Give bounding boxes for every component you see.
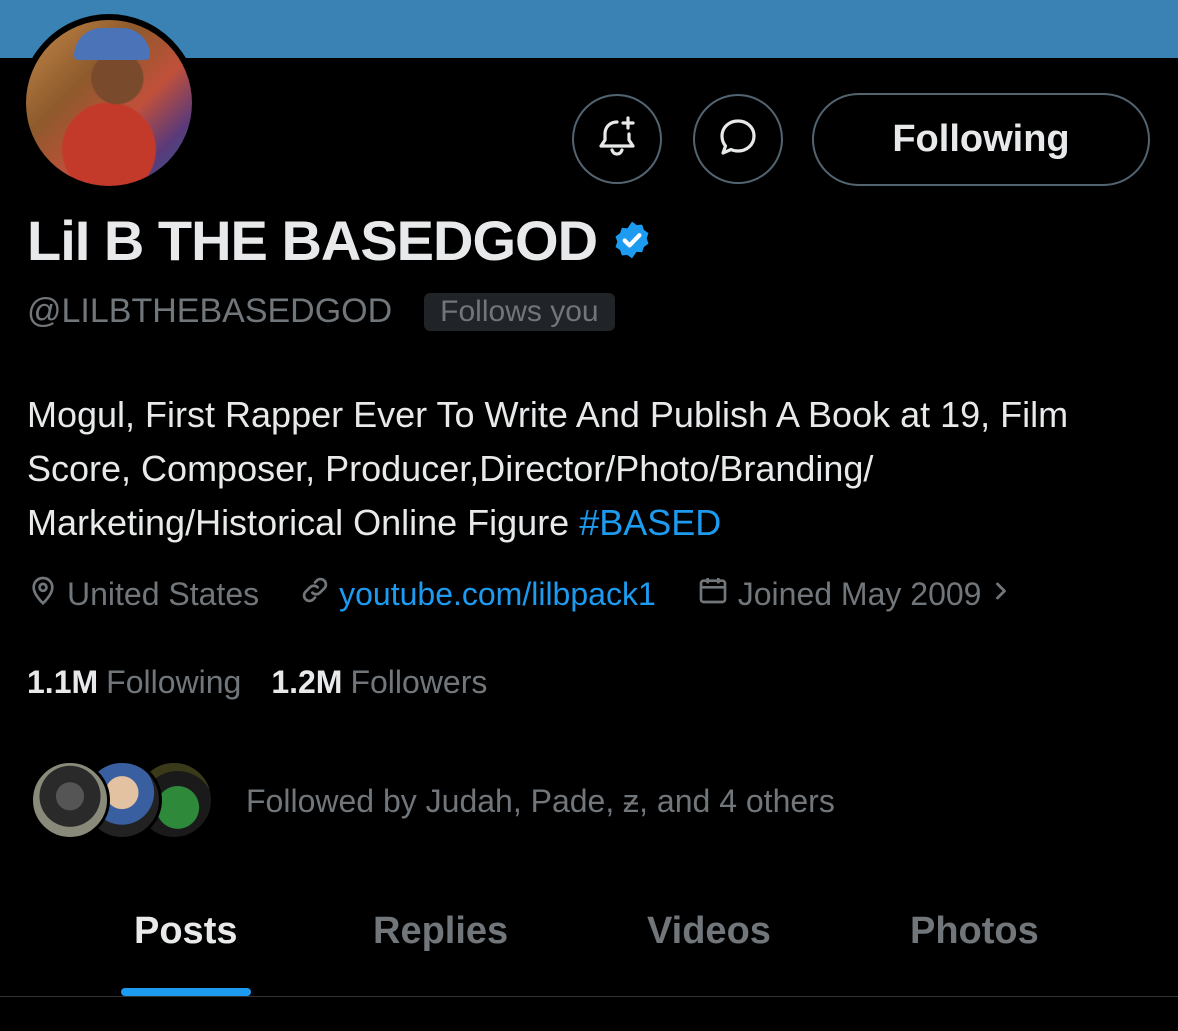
avatar-hat <box>74 28 150 60</box>
website-item[interactable]: youtube.com/lilbpack1 <box>299 574 656 614</box>
following-count: 1.1M <box>27 664 99 700</box>
bell-plus-icon <box>594 114 640 165</box>
website-link[interactable]: youtube.com/lilbpack1 <box>339 576 656 613</box>
follows-you-badge: Follows you <box>424 292 615 331</box>
following-stat-label: Following <box>106 664 242 700</box>
followers-count: 1.2M <box>271 664 343 700</box>
name-row: LiI B THE BASEDGOD <box>27 208 653 273</box>
profile-handle: @LILBTHEBASEDGOD <box>27 292 393 330</box>
profile-bio: Mogul, First Rapper Ever To Write And Pu… <box>27 388 1147 550</box>
location-item: United States <box>27 574 259 614</box>
bio-text: Mogul, First Rapper Ever To Write And Pu… <box>27 394 1069 543</box>
followed-by-text: Followed by Judah, Pade, ƶ, and 4 others <box>246 782 835 819</box>
tab-replies[interactable]: Replies <box>373 910 508 953</box>
follower-avatar <box>30 760 110 840</box>
following-stat-link[interactable]: 1.1M Following <box>27 664 241 701</box>
following-button[interactable]: Following <box>812 93 1150 186</box>
bio-hashtag-link[interactable]: #BASED <box>579 502 721 543</box>
profile-stats: 1.1M Following 1.2M Followers <box>27 664 517 701</box>
chevron-right-icon <box>991 576 1019 613</box>
profile-avatar[interactable] <box>20 14 198 192</box>
message-bubble-icon <box>714 113 762 166</box>
followed-by-row[interactable]: Followed by Judah, Pade, ƶ, and 4 others <box>30 760 835 842</box>
tab-photos[interactable]: Photos <box>910 910 1039 953</box>
location-text: United States <box>67 575 260 612</box>
tabs-divider <box>0 996 1178 997</box>
handle-row: @LILBTHEBASEDGOD Follows you <box>27 292 615 331</box>
link-icon <box>299 574 339 614</box>
followers-stat-link[interactable]: 1.2M Followers <box>271 664 487 701</box>
followed-by-avatars <box>30 760 220 842</box>
profile-tabs: Posts Replies Videos Photos <box>0 870 1178 996</box>
active-tab-indicator <box>121 988 251 996</box>
message-button[interactable] <box>693 94 783 184</box>
tab-posts[interactable]: Posts <box>134 910 237 953</box>
followers-stat-label: Followers <box>350 664 488 700</box>
location-pin-icon <box>27 574 67 614</box>
profile-meta: United States youtube.com/lilbpack1 Join… <box>27 574 1059 614</box>
notifications-button[interactable] <box>572 94 662 184</box>
calendar-icon <box>696 574 738 614</box>
avatar-image <box>26 20 192 186</box>
joined-item[interactable]: Joined May 2009 <box>696 574 1020 614</box>
tab-videos[interactable]: Videos <box>647 910 771 953</box>
joined-text: Joined May 2009 <box>737 575 982 612</box>
verified-badge-icon[interactable] <box>611 219 653 266</box>
display-name: LiI B THE BASEDGOD <box>27 209 598 272</box>
